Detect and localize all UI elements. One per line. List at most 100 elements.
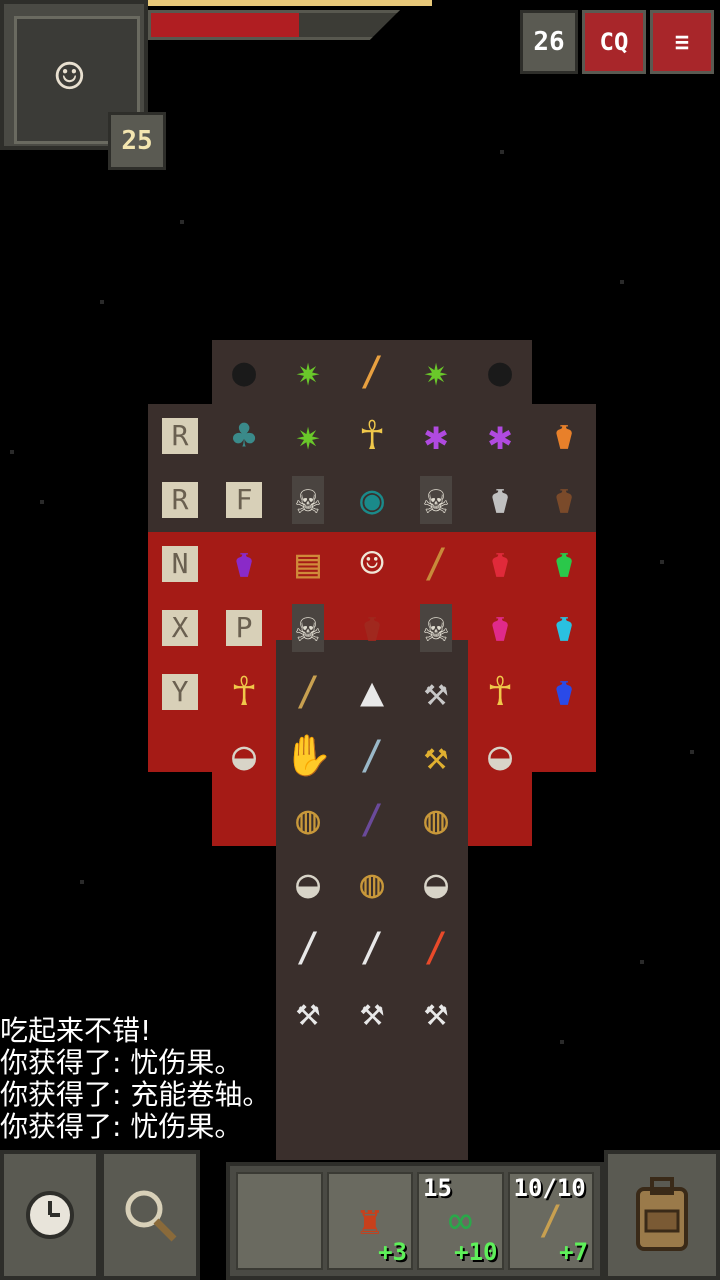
game-log: 吃起来不错! 你获得了: 忧伤果。 你获得了: 充能卷轴。 你获得了: 忧伤果。 <box>0 1015 720 1143</box>
item-plant[interactable]: ✷ <box>404 340 468 404</box>
item-plant[interactable]: ✷ <box>276 404 340 468</box>
spear-icon: / <box>295 669 321 715</box>
quickslot-count: 10/10 <box>513 1174 586 1202</box>
item-ankh[interactable]: ☥ <box>212 660 276 724</box>
item-skeleton[interactable]: ☠ <box>276 468 340 532</box>
potion-pink-icon: ⚱ <box>487 605 513 651</box>
item-potion-orange[interactable]: ⚱ <box>532 404 596 468</box>
dungeon-map[interactable]: ● ✷ / ✷ ● R ♣ ✷ ☥ ✱ ✱ ⚱ R F ☠ ◉ ☠ ⚱ ⚱ N ⚱ ▤ ☺ / ⚱ ⚱ X P ☠ ⚱ ☠ ⚱ ⚱ Y ☥ / ▲ ⚒ ☥ ⚱… <box>0 0 720 1160</box>
quickslot[interactable]: ♜ +3 <box>326 1172 413 1270</box>
dart-icon: ▲ <box>359 669 385 715</box>
item-rune-stone[interactable]: F <box>212 468 276 532</box>
potion-brown-icon: ⚱ <box>551 477 577 523</box>
log-line: 你获得了: 充能卷轴。 <box>0 1078 271 1111</box>
journal-button[interactable]: CQ <box>582 10 646 74</box>
hammer-icon: ⚒ <box>423 733 449 779</box>
item-stone[interactable]: ◒ <box>468 724 532 788</box>
skeleton-icon: ☠ <box>419 604 453 652</box>
ankh-icon: ☥ <box>487 669 513 715</box>
rune-stone-icon: N <box>161 546 199 582</box>
item-axe[interactable]: ⚒ <box>404 660 468 724</box>
item-scroll[interactable]: ▤ <box>276 532 340 596</box>
item-skeleton[interactable]: ☠ <box>404 596 468 660</box>
item-plant[interactable]: ✷ <box>276 340 340 404</box>
item-rune-stone[interactable]: R <box>148 468 212 532</box>
potion-green-icon: ⚱ <box>551 541 577 587</box>
item-potion-red[interactable]: ⚱ <box>468 532 532 596</box>
item-rune-stone[interactable]: R <box>148 404 212 468</box>
skeleton-icon: ☠ <box>291 476 325 524</box>
bomb-icon: ● <box>231 349 257 395</box>
item-glove[interactable]: ✋ <box>276 724 340 788</box>
item-fire-wand[interactable]: / <box>404 916 468 980</box>
item-potion-pink[interactable]: ⚱ <box>468 596 532 660</box>
flower-icon: ✱ <box>487 413 513 459</box>
dart-icon: / <box>295 925 321 971</box>
item-skeleton[interactable]: ☠ <box>276 596 340 660</box>
item-bomb[interactable]: ● <box>212 340 276 404</box>
search-button[interactable] <box>100 1150 200 1280</box>
item-dart[interactable]: / <box>340 916 404 980</box>
quickslot[interactable]: 10/10 / +7 <box>507 1172 594 1270</box>
item-ankh[interactable]: ☥ <box>468 660 532 724</box>
item-potion-purple[interactable]: ⚱ <box>212 532 276 596</box>
backpack-button[interactable] <box>604 1150 720 1280</box>
pouch-icon: ◍ <box>423 797 449 843</box>
quickslot-count: 15 <box>423 1174 452 1202</box>
rune-stone-icon: R <box>161 482 199 518</box>
item-grass[interactable]: ♣ <box>212 404 276 468</box>
log-line: 吃起来不错! <box>0 1014 152 1047</box>
item-ankh[interactable]: ☥ <box>340 404 404 468</box>
potion-cyan-icon: ⚱ <box>551 605 577 651</box>
bomb-icon: ● <box>487 349 513 395</box>
item-seed-pouch[interactable]: ◉ <box>340 468 404 532</box>
pouch-icon: ◍ <box>359 861 385 907</box>
quickslot-bonus: +10 <box>454 1238 498 1266</box>
clock-icon <box>26 1191 74 1239</box>
item-potion-jar[interactable]: ⚱ <box>340 596 404 660</box>
item-pouch[interactable]: ◍ <box>340 852 404 916</box>
wand-icon: / <box>423 541 449 587</box>
item-stone[interactable]: ◒ <box>404 852 468 916</box>
item-torch[interactable]: / <box>340 340 404 404</box>
item-wand[interactable]: / <box>404 532 468 596</box>
hp-bar-fill <box>151 13 299 37</box>
item-hammer[interactable]: ⚒ <box>404 724 468 788</box>
item-hero[interactable]: ☺ <box>340 532 404 596</box>
item-rune-stone[interactable]: P <box>212 596 276 660</box>
stone-icon: ◒ <box>487 733 513 779</box>
item-potion-cyan[interactable]: ⚱ <box>532 596 596 660</box>
depth-indicator[interactable]: 26 <box>520 10 578 74</box>
item-dart[interactable]: / <box>276 916 340 980</box>
item-potion-brown[interactable]: ⚱ <box>532 468 596 532</box>
rune-stone-icon: P <box>225 610 263 646</box>
hp-bar <box>148 10 400 40</box>
item-potion-green[interactable]: ⚱ <box>532 532 596 596</box>
item-rune-stone[interactable]: N <box>148 532 212 596</box>
item-rune-stone[interactable]: Y <box>148 660 212 724</box>
item-pouch[interactable]: ◍ <box>276 788 340 852</box>
item-whip[interactable]: / <box>340 788 404 852</box>
quickslot[interactable]: 15 ∞ +10 <box>417 1172 504 1270</box>
item-dart[interactable]: ▲ <box>340 660 404 724</box>
item-spear[interactable]: / <box>276 660 340 724</box>
item-pouch[interactable]: ◍ <box>404 788 468 852</box>
item-rune-stone[interactable]: X <box>148 596 212 660</box>
item-sword[interactable]: / <box>340 724 404 788</box>
wait-button[interactable] <box>0 1150 100 1280</box>
plant-icon: ✷ <box>423 349 449 395</box>
potion-blue-icon: ⚱ <box>551 669 577 715</box>
potion-red-icon: ⚱ <box>487 541 513 587</box>
plant-icon: ✷ <box>295 413 321 459</box>
hero-avatar-icon: ☺ <box>55 49 84 105</box>
quickslot[interactable] <box>236 1172 323 1270</box>
item-stone[interactable]: ◒ <box>276 852 340 916</box>
item-flower[interactable]: ✱ <box>468 404 532 468</box>
item-skeleton[interactable]: ☠ <box>404 468 468 532</box>
item-potion-blue[interactable]: ⚱ <box>532 660 596 724</box>
item-stone[interactable]: ◒ <box>212 724 276 788</box>
item-flower[interactable]: ✱ <box>404 404 468 468</box>
menu-button[interactable]: ≡ <box>650 10 714 74</box>
item-bomb[interactable]: ● <box>468 340 532 404</box>
item-potion-grey[interactable]: ⚱ <box>468 468 532 532</box>
